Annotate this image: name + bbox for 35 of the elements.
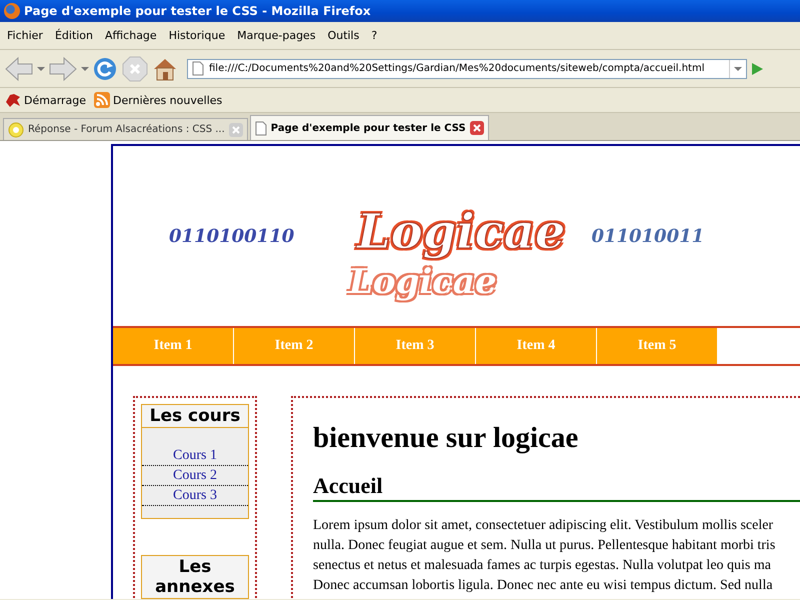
close-icon[interactable] <box>470 121 484 135</box>
go-button[interactable] <box>750 62 764 76</box>
menu-item[interactable]: Outils <box>322 27 366 44</box>
sidebar-link[interactable]: Cours 2 <box>142 466 248 486</box>
bookmark-link[interactable]: Dernières nouvelles <box>113 94 222 106</box>
binary-text: 0110100110 <box>169 226 296 246</box>
address-field[interactable]: file:///C:/Documents%20and%20Settings/Gardian/Mes%20documents/siteweb/compta/accueil.html <box>187 58 747 78</box>
reload-button[interactable] <box>92 56 118 82</box>
sidebar-title: Les annexes <box>142 556 248 599</box>
sidebar-link[interactable]: Cours 1 <box>142 446 248 466</box>
sidebar-title: Les cours <box>142 405 248 428</box>
browser-tab[interactable]: Réponse - Forum Alsacréations : CSS ... <box>3 118 248 140</box>
sidebar-link[interactable]: Cours 3 <box>142 486 248 506</box>
url-text: file:///C:/Documents%20and%20Settings/Gardian/Mes%20documents/siteweb/compta/accueil.html <box>209 63 706 74</box>
paragraph: Lorem ipsum dolor sit amet, consectetuer adipiscing elit. Vestibulum mollis sceler nulla. Donec feugiat augue et sem. Nulla ut purus. Pellentesque habitant morbi tris senectus et netus et malesuada fames ac turpis egestas. Nulla volutpat leo quis ma Donec accumsan lobortis ligula. Donec nec ante eu wisi tempus dictum. Sed nulla <box>313 517 776 595</box>
bookmark-link[interactable]: Démarrage <box>24 94 86 106</box>
menu-item[interactable]: Marque-pages <box>232 27 323 44</box>
dropdown-caret-icon[interactable] <box>81 66 89 72</box>
dragon-icon <box>5 92 21 108</box>
menu-item[interactable]: ? <box>366 27 384 44</box>
binary-text: 011010011 <box>591 226 704 246</box>
menu-item[interactable]: Fichier <box>2 27 50 44</box>
sun-icon <box>8 122 24 138</box>
section-heading: Accueil <box>313 472 800 502</box>
browser-tab[interactable]: Page d'exemple pour tester le CSS <box>250 115 489 140</box>
menu-item[interactable]: Historique <box>164 27 232 44</box>
page-title: bienvenue sur logicae <box>313 421 580 456</box>
page-icon <box>254 120 267 136</box>
menu-item[interactable]: Édition <box>50 27 100 44</box>
menu-item[interactable]: Affichage <box>100 27 164 44</box>
window-title: Page d'exemple pour tester le CSS - Mozilla Firefox <box>24 4 371 18</box>
feed-icon <box>94 92 110 108</box>
browser-logo-icon <box>4 3 20 19</box>
dropdown-caret-icon[interactable] <box>37 66 45 72</box>
caret-icon <box>734 66 742 72</box>
